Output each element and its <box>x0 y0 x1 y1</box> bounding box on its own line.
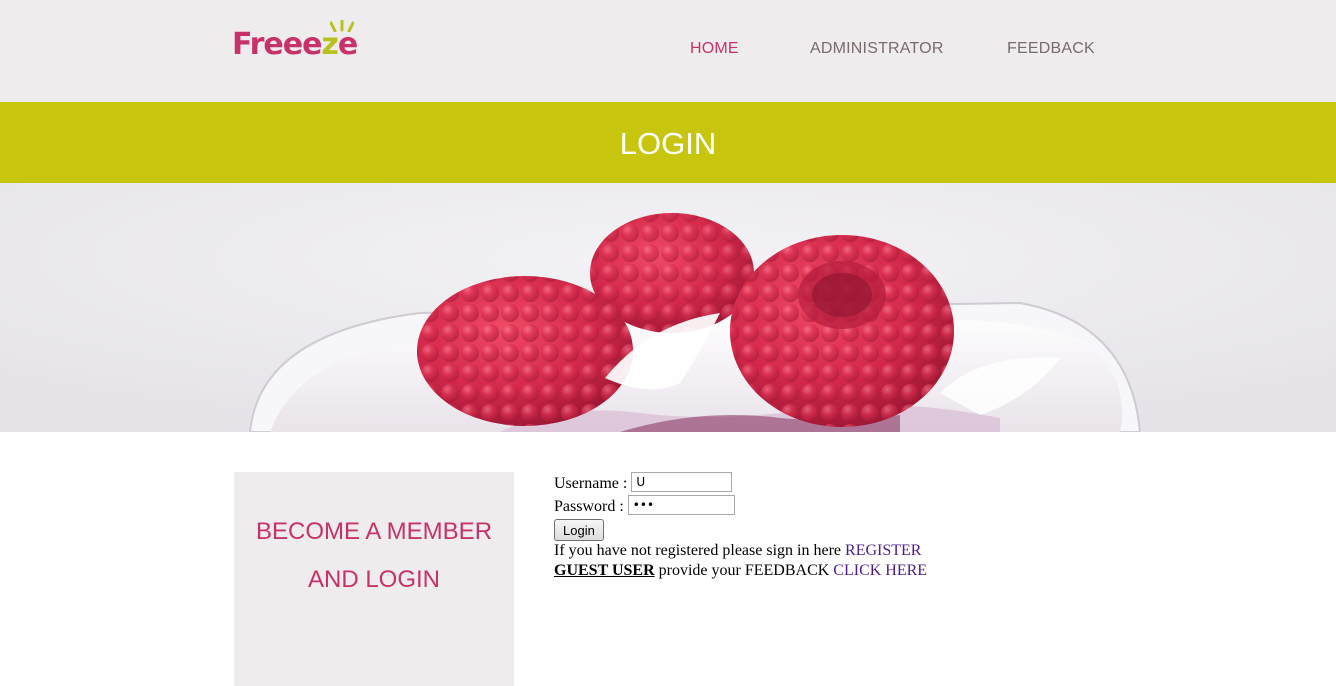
raspberries-illustration <box>0 183 1336 432</box>
main-nav: HOME ADMINISTRATOR FEEDBACK <box>0 40 1336 62</box>
register-line: If you have not registered please sign i… <box>554 541 927 561</box>
register-link[interactable]: REGISTER <box>845 542 921 559</box>
site-header: Freeeze HOME ADMINISTRATOR FEEDBACK <box>0 0 1336 102</box>
member-promo-box: BECOME A MEMBER AND LOGIN <box>234 472 514 686</box>
login-button[interactable]: Login <box>554 519 604 541</box>
nav-feedback-link[interactable]: FEEDBACK <box>1007 40 1095 58</box>
password-input[interactable] <box>627 495 735 515</box>
password-label: Password : <box>554 498 624 515</box>
member-promo-text: BECOME A MEMBER AND LOGIN <box>255 518 493 593</box>
page-title: LOGIN <box>619 126 717 161</box>
feedback-text: provide your FEEDBACK <box>658 562 830 579</box>
nav-administrator-link[interactable]: ADMINISTRATOR <box>810 40 944 58</box>
logo-sprout-icon <box>330 20 354 32</box>
login-form: Username : Password : Login If you have … <box>554 472 927 581</box>
hero-image <box>0 183 1336 432</box>
nav-home-link[interactable]: HOME <box>690 40 739 58</box>
guest-feedback-line: GUEST USER provide your FEEDBACK CLICK H… <box>554 561 927 581</box>
username-row: Username : <box>554 472 927 495</box>
click-here-link[interactable]: CLICK HERE <box>833 562 927 579</box>
page-title-banner: LOGIN <box>0 102 1336 183</box>
register-text: If you have not registered please sign i… <box>554 542 842 559</box>
username-label: Username : <box>554 475 628 492</box>
password-row: Password : <box>554 495 927 518</box>
username-input[interactable] <box>631 472 733 492</box>
guest-user-label: GUEST USER <box>554 562 655 579</box>
